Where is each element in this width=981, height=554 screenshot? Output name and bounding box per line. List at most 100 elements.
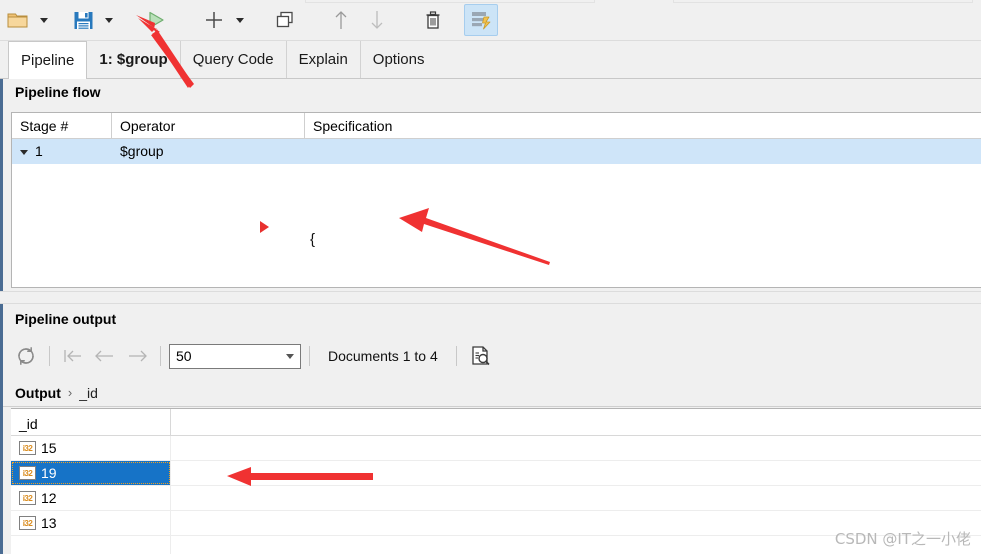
output-value: 13 xyxy=(41,515,57,531)
pipeline-flow-title: Pipeline flow xyxy=(15,84,101,100)
pipeline-output-pane: Pipeline output 50 Documents 1 to 4 Outp… xyxy=(0,304,981,554)
table-row[interactable]: i32 15 xyxy=(11,436,981,461)
table-row[interactable]: 1 $group xyxy=(12,139,981,164)
column-header-stage[interactable]: Stage # xyxy=(12,113,112,138)
stage-number: 1 xyxy=(35,143,43,159)
add-stage-dropdown[interactable] xyxy=(232,4,247,36)
table-row[interactable]: i32 19 xyxy=(11,461,981,486)
floppy-disk-icon xyxy=(74,11,92,29)
first-page-icon xyxy=(64,350,81,362)
stage-cell[interactable]: 1 xyxy=(12,139,112,163)
tab-explain[interactable]: Explain xyxy=(287,41,361,78)
page-size-value: 50 xyxy=(176,348,192,364)
code-line-1: { xyxy=(310,231,316,248)
output-value: 15 xyxy=(41,440,57,456)
output-column-header-blank[interactable] xyxy=(171,409,981,435)
int32-type-icon: i32 xyxy=(19,441,36,455)
save-button[interactable] xyxy=(66,4,100,36)
prev-page-icon xyxy=(95,350,113,362)
breadcrumb: Output › _id xyxy=(3,379,981,407)
toolbar-group-file xyxy=(0,0,51,40)
column-header-specification[interactable]: Specification xyxy=(305,113,981,138)
pipeline-flow-pane: Pipeline flow Stage # Operator Specifica… xyxy=(0,79,981,482)
output-cell-id[interactable]: i32 12 xyxy=(11,486,171,510)
toolbar-group-save xyxy=(65,0,116,40)
table-row[interactable]: i32 12 xyxy=(11,486,981,511)
open-folder-button[interactable] xyxy=(1,4,35,36)
output-toolbar-divider-2 xyxy=(160,346,161,366)
folder-icon xyxy=(7,13,28,28)
chevron-down-icon xyxy=(39,17,48,23)
arrow-down-icon xyxy=(371,11,383,29)
duplicate-stage-button[interactable] xyxy=(268,4,302,36)
output-column-header-id[interactable]: _id xyxy=(11,409,171,435)
output-cell-blank[interactable] xyxy=(171,461,981,485)
mongodb-aggregation-editor: Pipeline 1: $group Query Code Explain Op… xyxy=(0,0,981,554)
tab-query-code[interactable]: Query Code xyxy=(181,41,287,78)
output-value: 12 xyxy=(41,490,57,506)
open-folder-dropdown[interactable] xyxy=(36,4,51,36)
breadcrumb-root[interactable]: Output xyxy=(15,385,61,401)
specification-cell xyxy=(305,139,981,163)
list-lightning-icon xyxy=(472,11,491,29)
trash-icon xyxy=(426,11,440,29)
breadcrumb-leaf[interactable]: _id xyxy=(79,385,98,401)
next-page-button[interactable] xyxy=(122,342,152,370)
toolbar-ghost-divider-2 xyxy=(673,0,973,3)
refresh-button[interactable] xyxy=(11,342,41,370)
document-search-icon xyxy=(472,346,490,366)
column-header-operator[interactable]: Operator xyxy=(112,113,305,138)
chevron-down-icon[interactable] xyxy=(20,149,28,155)
plus-icon xyxy=(206,12,222,28)
first-page-button[interactable] xyxy=(58,342,88,370)
tab-pipeline[interactable]: Pipeline xyxy=(8,41,88,79)
watermark: CSDN @IT之一小佬 xyxy=(834,530,971,548)
editor-tabbar: Pipeline 1: $group Query Code Explain Op… xyxy=(0,41,981,79)
main-toolbar xyxy=(0,0,981,41)
output-toolbar-divider-1 xyxy=(49,346,50,366)
arrow-up-icon xyxy=(335,11,347,29)
tab-stage-group-label: 1: $group xyxy=(99,51,168,68)
output-grid-header: _id xyxy=(11,409,981,436)
tab-stage-group[interactable]: 1: $group xyxy=(87,41,181,78)
output-toolbar-divider-3 xyxy=(309,346,310,366)
tab-options[interactable]: Options xyxy=(361,41,437,78)
chevron-down-icon xyxy=(235,17,244,23)
output-cell-id[interactable]: i32 13 xyxy=(11,511,171,535)
page-size-select[interactable]: 50 xyxy=(169,343,301,369)
tab-explain-label: Explain xyxy=(298,51,348,68)
output-value: 19 xyxy=(41,465,57,481)
output-cell-blank[interactable] xyxy=(171,436,981,460)
output-toolbar: 50 Documents 1 to 4 xyxy=(11,340,981,372)
documents-range-label: Documents 1 to 4 xyxy=(328,348,438,364)
inspect-document-button[interactable] xyxy=(465,342,495,370)
run-pipeline-button[interactable] xyxy=(139,4,173,36)
stage-specification-editor[interactable]: { _id: "$age", } xyxy=(13,165,981,482)
tab-pipeline-label: Pipeline xyxy=(21,52,75,69)
pane-splitter[interactable] xyxy=(0,291,981,304)
output-cell-id[interactable]: i32 19 xyxy=(11,461,171,485)
int32-type-icon: i32 xyxy=(19,491,36,505)
toolbar-group-add xyxy=(196,0,247,40)
pipeline-output-title: Pipeline output xyxy=(15,311,117,327)
refresh-icon xyxy=(18,347,34,365)
play-icon xyxy=(149,11,164,29)
toolbar-ghost-divider-1 xyxy=(305,0,595,3)
delete-stage-button[interactable] xyxy=(416,4,450,36)
operator-cell: $group xyxy=(120,143,164,159)
output-cell-id[interactable]: i32 15 xyxy=(11,436,171,460)
save-dropdown[interactable] xyxy=(101,4,116,36)
pipeline-flow-header: Stage # Operator Specification xyxy=(12,113,981,139)
output-toolbar-divider-4 xyxy=(455,346,457,366)
move-stage-down-button[interactable] xyxy=(360,4,394,36)
output-cell-empty xyxy=(11,536,171,554)
tab-options-label: Options xyxy=(372,51,425,68)
add-stage-button[interactable] xyxy=(197,4,231,36)
move-stage-up-button[interactable] xyxy=(324,4,358,36)
int32-type-icon: i32 xyxy=(19,466,36,480)
copy-icon xyxy=(276,11,293,28)
prev-page-button[interactable] xyxy=(90,342,120,370)
auto-execute-button[interactable] xyxy=(464,4,498,36)
run-stage-marker-icon[interactable] xyxy=(260,221,269,233)
output-cell-blank[interactable] xyxy=(171,486,981,510)
